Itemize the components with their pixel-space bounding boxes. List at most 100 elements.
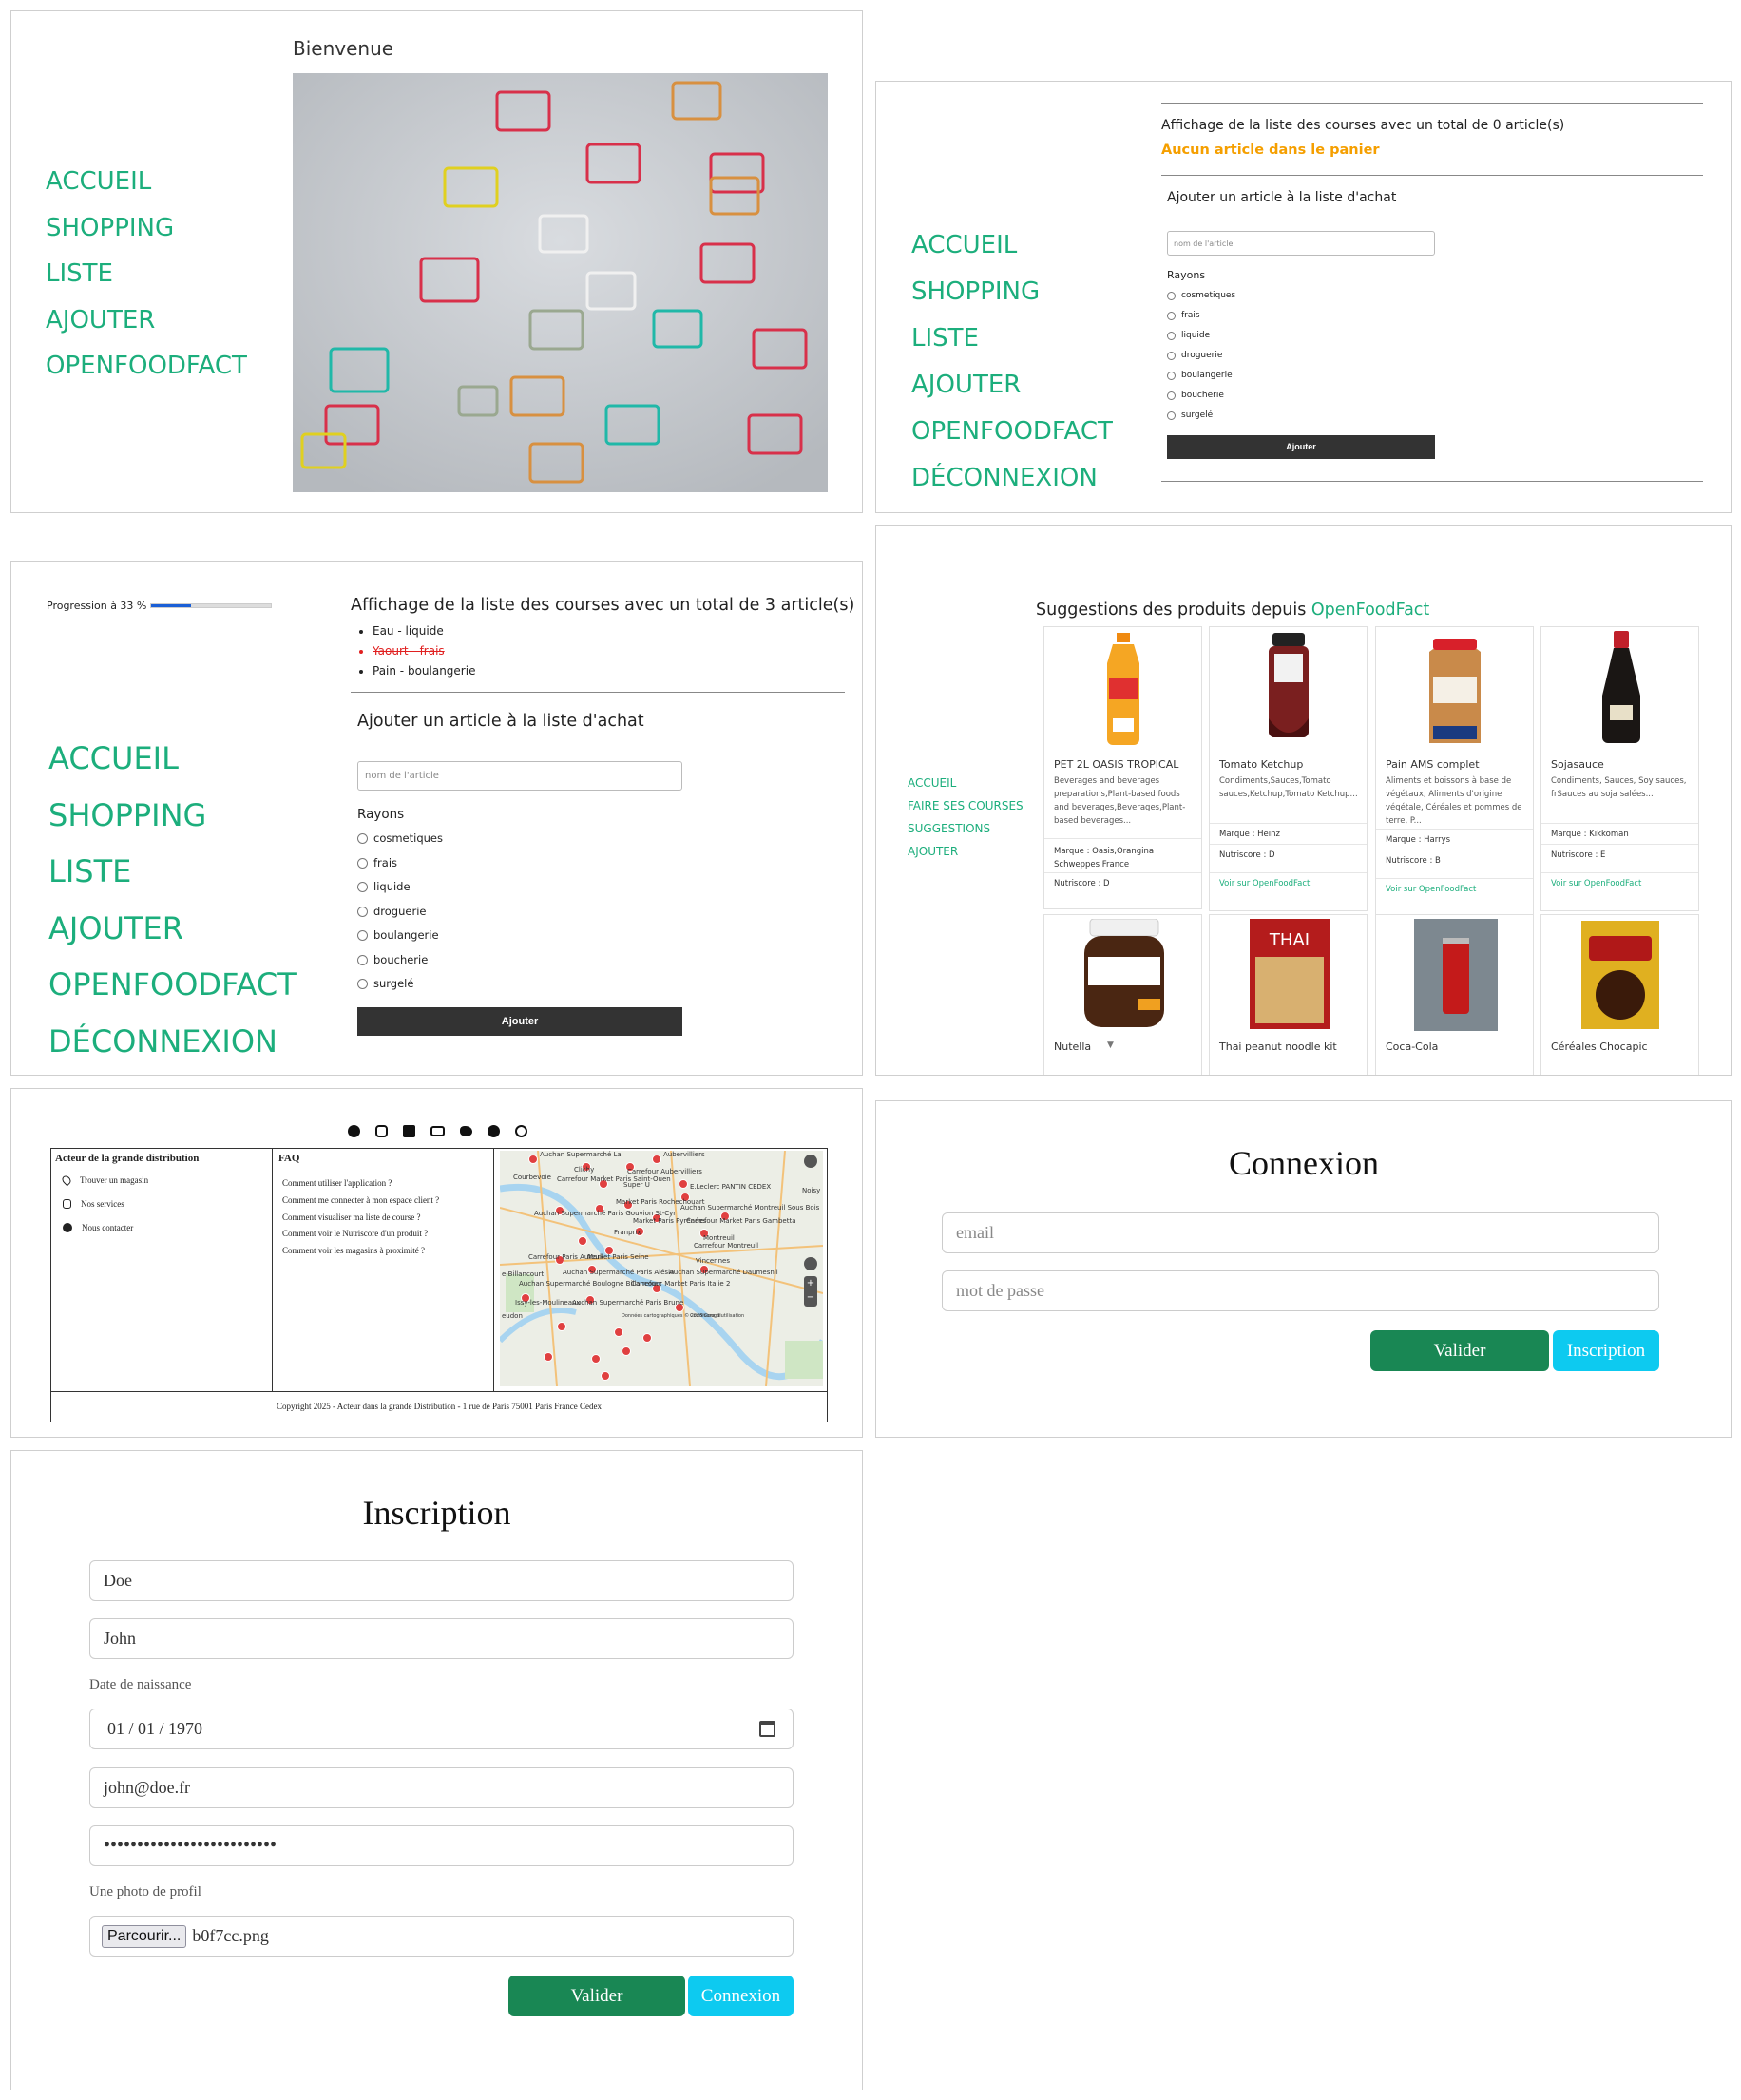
calendar-icon[interactable] bbox=[759, 1721, 775, 1737]
firstname-field[interactable]: John bbox=[89, 1618, 794, 1659]
youtube-icon[interactable] bbox=[430, 1126, 445, 1136]
radio-droguerie[interactable]: droguerie bbox=[357, 900, 443, 925]
nav-ajouter[interactable]: AJOUTER bbox=[48, 901, 297, 958]
messenger-icon[interactable] bbox=[488, 1125, 500, 1137]
nav-liste[interactable]: LISTE bbox=[48, 844, 297, 901]
faq-item[interactable]: Comment me connecter à mon espace client… bbox=[282, 1193, 488, 1210]
nav-accueil[interactable]: ACCUEIL bbox=[911, 222, 1113, 269]
ajouter-button[interactable]: Ajouter bbox=[357, 1007, 682, 1036]
nav-openfoodfact[interactable]: OPENFOODFACT bbox=[911, 409, 1113, 455]
openfoodfact-product-link[interactable]: Voir sur OpenFoodFact bbox=[1210, 872, 1367, 894]
store-pin[interactable] bbox=[679, 1179, 688, 1189]
store-pin[interactable] bbox=[642, 1333, 652, 1343]
product-card[interactable]: PET 2L OASIS TROPICAL Beverages and beve… bbox=[1043, 626, 1202, 909]
twitter-icon[interactable] bbox=[460, 1126, 472, 1136]
services-link[interactable]: Nos services bbox=[55, 1199, 268, 1209]
radio-boucherie[interactable]: boucherie bbox=[357, 948, 443, 973]
article-name-input[interactable]: nom de l'article bbox=[357, 761, 682, 791]
nav-ajouter[interactable]: AJOUTER bbox=[908, 840, 1024, 863]
nav-accueil[interactable]: ACCUEIL bbox=[48, 731, 297, 788]
radio-cosmetiques[interactable]: cosmetiques bbox=[357, 827, 443, 851]
store-pin[interactable] bbox=[544, 1352, 553, 1362]
product-card[interactable]: THAI Thai peanut noodle kit bbox=[1209, 914, 1368, 1075]
nav-accueil[interactable]: ACCUEIL bbox=[46, 159, 247, 205]
nav-faire-ses-courses[interactable]: FAIRE SES COURSES bbox=[908, 794, 1024, 817]
faq-item[interactable]: Comment utiliser l'application ? bbox=[282, 1175, 488, 1193]
nav-shopping[interactable]: SHOPPING bbox=[48, 788, 297, 845]
valider-button[interactable]: Valider bbox=[508, 1976, 685, 2016]
store-pin[interactable] bbox=[528, 1155, 538, 1164]
radio-cosmetiques[interactable]: cosmetiques bbox=[1167, 286, 1235, 306]
chevron-down-icon[interactable]: ▼ bbox=[1107, 1040, 1114, 1050]
store-map[interactable]: Auchan Supermarché La Aubervilliers Carr… bbox=[500, 1151, 823, 1386]
nav-deconnexion[interactable]: DÉCONNEXION bbox=[48, 1014, 297, 1071]
password-field[interactable]: mot de passe bbox=[942, 1270, 1659, 1311]
store-pin[interactable] bbox=[557, 1322, 566, 1331]
openfoodfact-product-link[interactable]: Voir sur OpenFoodFact bbox=[1541, 872, 1698, 894]
list-item[interactable]: Pain - boulangerie bbox=[373, 661, 475, 681]
linkedin-icon[interactable] bbox=[403, 1125, 415, 1137]
radio-frais[interactable]: frais bbox=[357, 851, 443, 876]
product-card[interactable]: Céréales Chocapic bbox=[1540, 914, 1699, 1075]
openfoodfact-link[interactable]: OpenFoodFact bbox=[1311, 601, 1429, 620]
product-card[interactable]: Pain AMS complet Aliments et boissons à … bbox=[1375, 626, 1534, 917]
facebook-icon[interactable] bbox=[348, 1125, 360, 1137]
photo-file-field[interactable]: Parcourir... b0f7cc.png bbox=[89, 1916, 794, 1957]
ajouter-button[interactable]: Ajouter bbox=[1167, 435, 1435, 459]
nav-deconnexion[interactable]: DÉCONNEXION bbox=[911, 455, 1113, 502]
nav-accueil[interactable]: ACCUEIL bbox=[908, 772, 1024, 794]
radio-liquide[interactable]: liquide bbox=[357, 875, 443, 900]
store-pin[interactable] bbox=[652, 1155, 661, 1164]
browse-button[interactable]: Parcourir... bbox=[102, 1924, 187, 1948]
connexion-button[interactable]: Connexion bbox=[688, 1976, 794, 2016]
radio-liquide[interactable]: liquide bbox=[1167, 326, 1235, 346]
openfoodfact-product-link[interactable]: Voir sur OpenFoodFact bbox=[1376, 878, 1533, 900]
dob-field[interactable]: 01 / 01 / 1970 bbox=[89, 1709, 794, 1749]
product-card[interactable]: Coca-Cola bbox=[1375, 914, 1534, 1075]
product-card[interactable]: Tomato Ketchup Condiments,Sauces,Tomato … bbox=[1209, 626, 1368, 911]
map-terms-link[interactable]: Conditions d'utilisation bbox=[690, 1313, 744, 1319]
radio-boulangerie[interactable]: boulangerie bbox=[357, 924, 443, 948]
product-card[interactable]: Sojasauce Condiments, Sauces, Soy sauces… bbox=[1540, 626, 1699, 911]
map-expand-icon[interactable] bbox=[804, 1155, 817, 1168]
radio-boulangerie[interactable]: boulangerie bbox=[1167, 366, 1235, 386]
nav-suggestions[interactable]: SUGGESTIONS bbox=[908, 817, 1024, 840]
store-pin[interactable] bbox=[601, 1371, 610, 1381]
valider-button[interactable]: Valider bbox=[1370, 1330, 1549, 1371]
nav-liste[interactable]: LISTE bbox=[46, 251, 247, 297]
email-field[interactable]: john@doe.fr bbox=[89, 1767, 794, 1808]
lastname-field[interactable]: Doe bbox=[89, 1560, 794, 1601]
article-name-input[interactable]: nom de l'article bbox=[1167, 231, 1435, 256]
faq-item[interactable]: Comment voir les magasins à proximité ? bbox=[282, 1243, 488, 1260]
faq-item[interactable]: Comment voir le Nutriscore d'un produit … bbox=[282, 1226, 488, 1243]
store-pin[interactable] bbox=[622, 1346, 631, 1356]
nav-liste[interactable]: LISTE bbox=[911, 315, 1113, 362]
nav-shopping[interactable]: SHOPPING bbox=[46, 205, 247, 252]
product-card[interactable]: Nutella ▼ bbox=[1043, 914, 1202, 1075]
map-locate-icon[interactable] bbox=[804, 1257, 817, 1270]
store-pin[interactable] bbox=[591, 1354, 601, 1364]
radio-boucherie[interactable]: boucherie bbox=[1167, 386, 1235, 406]
store-pin[interactable] bbox=[578, 1236, 587, 1246]
nav-openfoodfact[interactable]: OPENFOODFACT bbox=[46, 343, 247, 390]
nav-openfoodfact[interactable]: OPENFOODFACT bbox=[48, 957, 297, 1014]
email-field[interactable]: email bbox=[942, 1212, 1659, 1253]
list-item[interactable]: Eau - liquide bbox=[373, 621, 475, 641]
instagram-icon[interactable] bbox=[375, 1125, 388, 1137]
store-pin[interactable] bbox=[614, 1327, 623, 1337]
radio-surgele[interactable]: surgelé bbox=[357, 972, 443, 997]
faq-item[interactable]: Comment visualiser ma liste de course ? bbox=[282, 1210, 488, 1227]
contact-link[interactable]: Nous contacter bbox=[55, 1223, 268, 1232]
list-item-done[interactable]: Yaourt - frais bbox=[373, 641, 475, 661]
map-zoom-controls[interactable]: + − bbox=[804, 1276, 817, 1307]
nav-shopping[interactable]: SHOPPING bbox=[911, 269, 1113, 315]
radio-frais[interactable]: frais bbox=[1167, 306, 1235, 326]
nav-ajouter[interactable]: AJOUTER bbox=[911, 362, 1113, 409]
store-locator-link[interactable]: Trouver un magasin bbox=[55, 1174, 268, 1187]
radio-droguerie[interactable]: droguerie bbox=[1167, 346, 1235, 366]
whatsapp-icon[interactable] bbox=[515, 1125, 527, 1137]
radio-surgele[interactable]: surgelé bbox=[1167, 406, 1235, 426]
password-field[interactable]: •••••••••••••••••••••••••• bbox=[89, 1825, 794, 1866]
nav-ajouter[interactable]: AJOUTER bbox=[46, 297, 247, 344]
inscription-button[interactable]: Inscription bbox=[1553, 1330, 1659, 1371]
